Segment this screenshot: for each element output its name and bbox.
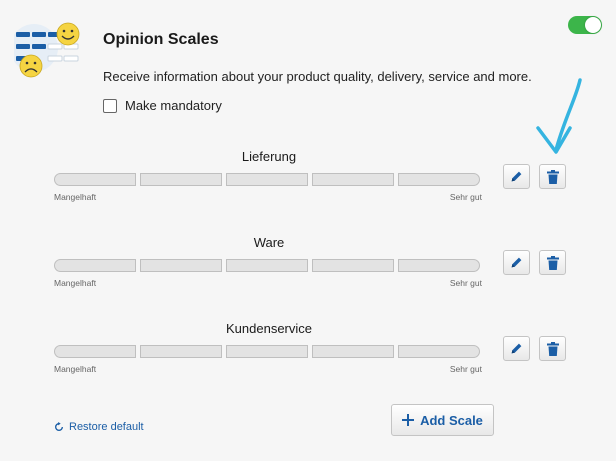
annotation-arrow-icon xyxy=(536,78,582,154)
edit-scale-button[interactable] xyxy=(503,164,530,189)
scale-name: Kundenservice xyxy=(226,321,312,336)
restore-icon xyxy=(55,422,63,431)
opinion-scales-logo-icon xyxy=(14,22,80,78)
scale-segment-3 xyxy=(226,345,308,358)
edit-scale-button[interactable] xyxy=(503,336,530,361)
scale-segment-2 xyxy=(140,345,222,358)
restore-default-link[interactable]: Restore default xyxy=(54,421,144,433)
delete-scale-button[interactable] xyxy=(539,250,566,275)
scale-segment-2 xyxy=(140,173,222,186)
scale-segment-2 xyxy=(140,259,222,272)
scale-low-label: Mangelhaft xyxy=(54,192,97,202)
scale-high-label: Sehr gut xyxy=(449,278,482,288)
edit-scale-button[interactable] xyxy=(503,250,530,275)
scale-bar xyxy=(54,345,480,358)
page-title: Opinion Scales xyxy=(103,31,219,48)
mandatory-option[interactable]: Make mandatory xyxy=(103,98,222,113)
scale-segment-5 xyxy=(398,173,480,186)
toggle-knob xyxy=(585,17,601,33)
scale-segment-5 xyxy=(398,345,480,358)
scale-segment-3 xyxy=(226,259,308,272)
scale-low-label: Mangelhaft xyxy=(54,278,97,288)
scale-segment-1 xyxy=(54,259,136,272)
add-scale-button[interactable]: Add Scale xyxy=(391,404,494,436)
scale-high-label: Sehr gut xyxy=(449,364,482,374)
restore-default-label: Restore default xyxy=(69,421,144,433)
scale-low-label: Mangelhaft xyxy=(54,364,97,374)
scale-segment-4 xyxy=(312,173,394,186)
delete-scale-button[interactable] xyxy=(539,336,566,361)
scale-segment-4 xyxy=(312,259,394,272)
pencil-icon xyxy=(511,343,522,354)
scale-segment-4 xyxy=(312,345,394,358)
trash-icon xyxy=(546,169,559,184)
scale-bar xyxy=(54,259,480,272)
scale-bar xyxy=(54,173,480,186)
description: Receive information about your product q… xyxy=(103,69,532,84)
pencil-icon xyxy=(511,257,522,268)
scale-segment-1 xyxy=(54,173,136,186)
plus-icon xyxy=(402,414,415,426)
scale-segment-1 xyxy=(54,345,136,358)
enable-toggle[interactable] xyxy=(568,16,602,34)
scale-segment-5 xyxy=(398,259,480,272)
add-scale-label: Add Scale xyxy=(420,412,483,428)
scale-high-label: Sehr gut xyxy=(449,192,482,202)
mandatory-label: Make mandatory xyxy=(125,98,222,113)
scale-name: Ware xyxy=(253,235,285,250)
delete-scale-button[interactable] xyxy=(539,164,566,189)
trash-icon xyxy=(546,341,559,356)
trash-icon xyxy=(546,255,559,270)
mandatory-checkbox[interactable] xyxy=(103,98,117,113)
pencil-icon xyxy=(511,171,522,182)
scale-segment-3 xyxy=(226,173,308,186)
scale-name: Lieferung xyxy=(241,149,297,164)
